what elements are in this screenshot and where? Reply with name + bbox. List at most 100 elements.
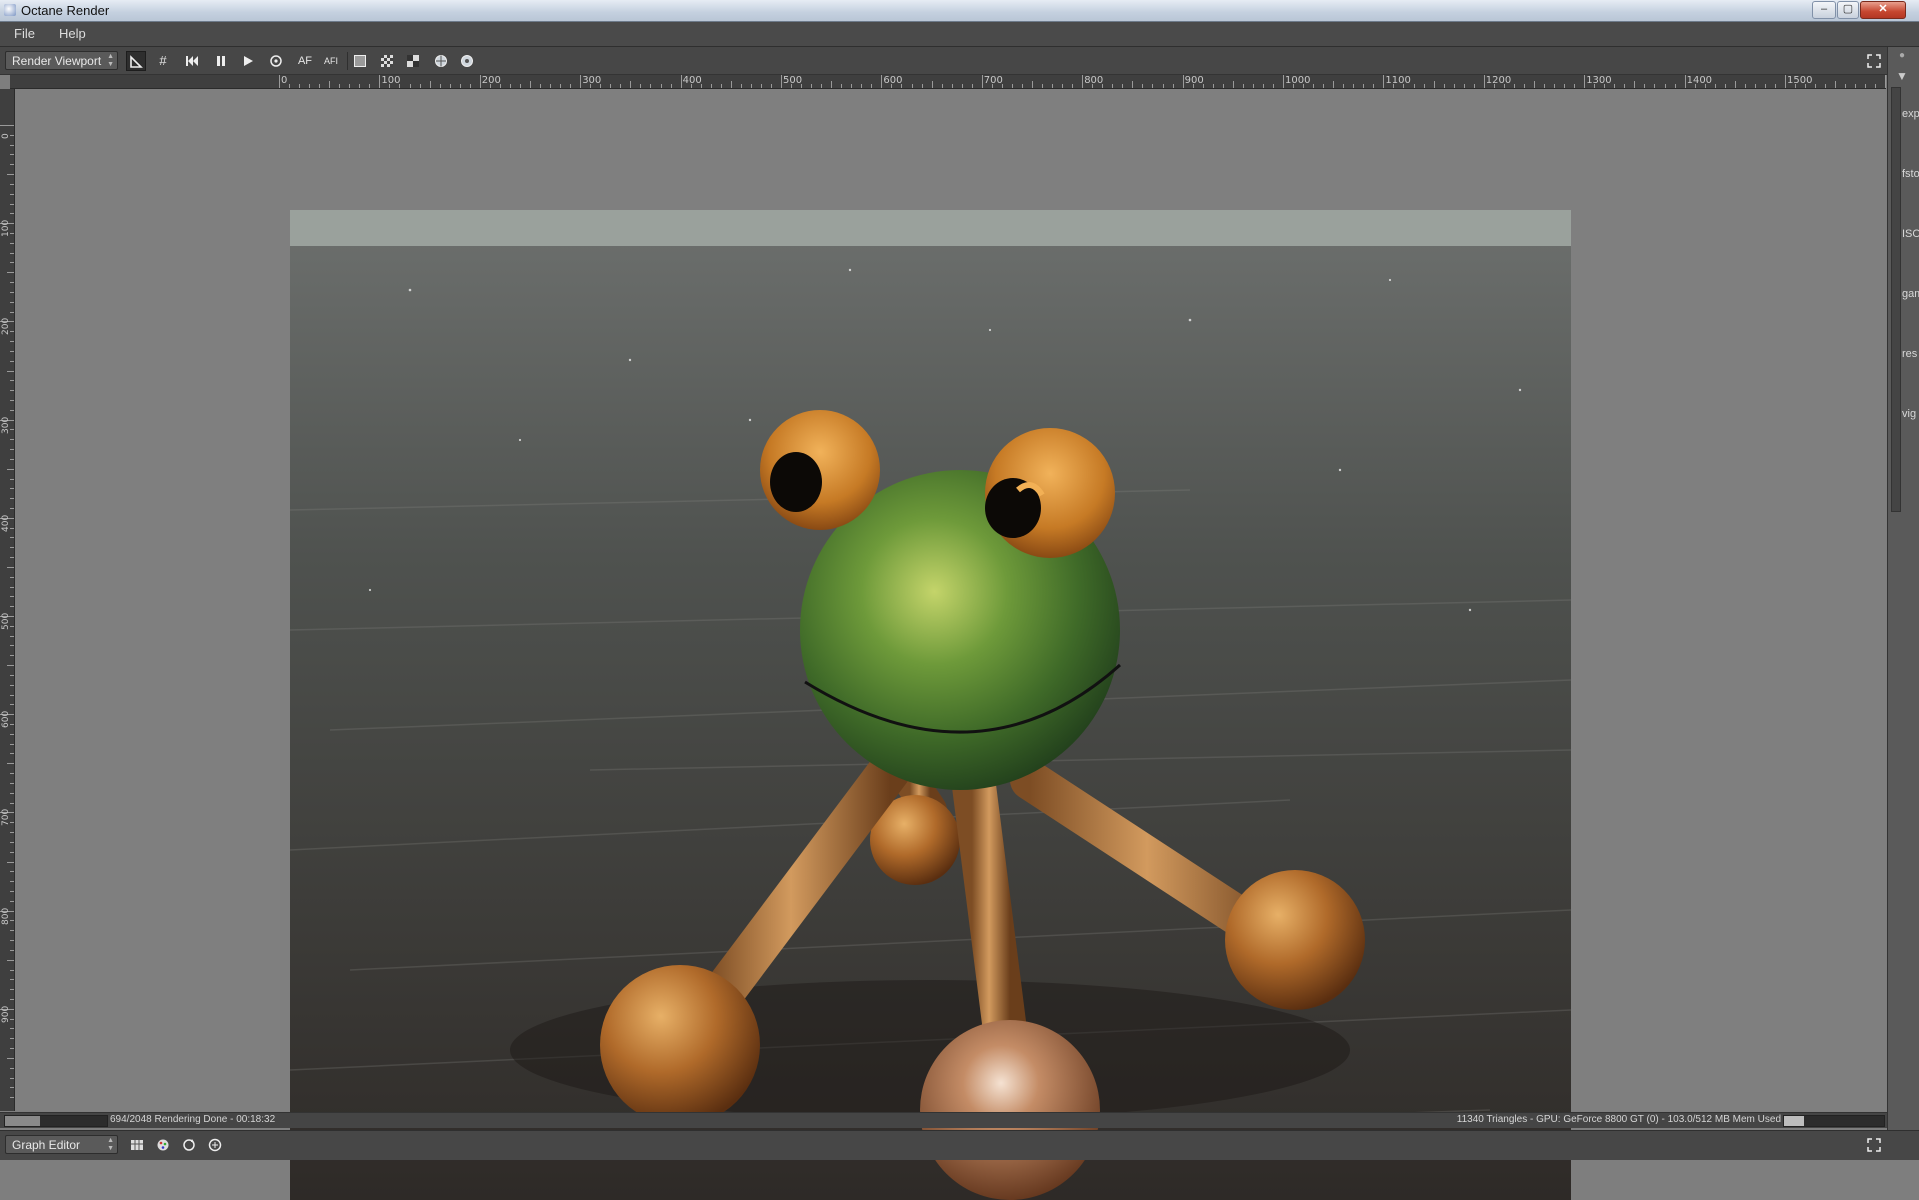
ruler-minor-tick [1674, 84, 1676, 88]
start-render-button[interactable] [238, 51, 258, 71]
fullscreen-button[interactable] [1864, 51, 1884, 71]
pause-render-button[interactable] [211, 51, 231, 71]
imager-param-label: vig [1902, 408, 1917, 420]
ruler-minor-tick [10, 645, 14, 647]
ruler-minor-tick [419, 84, 421, 88]
save-image-button[interactable] [431, 51, 451, 71]
rendered-frog-image [290, 210, 1571, 1200]
region-select-button[interactable] [126, 51, 146, 71]
ruler-label: 500 [1, 612, 11, 630]
ruler-minor-tick [1373, 84, 1375, 88]
minimize-button[interactable]: – [1812, 1, 1836, 19]
ruler-minor-tick [1805, 84, 1807, 88]
ruler-minor-tick [10, 733, 14, 735]
ruler-minor-tick [560, 84, 562, 88]
ruler-minor-tick [389, 84, 391, 88]
ruler-minor-tick [630, 81, 632, 88]
ruler-minor-tick [801, 84, 803, 88]
ruler-minor-tick [10, 409, 14, 411]
ruler-minor-tick [7, 861, 14, 863]
ruler-minor-tick [439, 84, 441, 88]
ruler-minor-tick [1052, 84, 1054, 88]
restart-render-button[interactable] [182, 51, 202, 71]
ruler-minor-tick [1353, 84, 1355, 88]
ruler-major-tick [1483, 75, 1485, 88]
panel-pin-icon[interactable]: ● [1899, 50, 1905, 61]
ruler-label: 1100 [1385, 75, 1411, 86]
close-button[interactable]: ✕ [1860, 1, 1906, 19]
ruler-minor-tick [760, 84, 762, 88]
autofocus-image-button[interactable]: AFI [321, 51, 341, 71]
ruler-label: 500 [783, 75, 803, 86]
ruler-label: 200 [1, 318, 11, 336]
ruler-minor-tick [1132, 81, 1134, 88]
ruler-minor-tick [509, 84, 511, 88]
ruler-minor-tick [1011, 84, 1013, 88]
ruler-minor-tick [409, 84, 411, 88]
render-image-frame[interactable] [290, 210, 1571, 1200]
ruler-minor-tick [740, 84, 742, 88]
render-viewport[interactable] [15, 89, 1886, 1200]
menu-help[interactable]: Help [59, 26, 86, 41]
ruler-minor-tick [811, 84, 813, 88]
editor-select[interactable]: Graph Editor ▲ ▼ [5, 1135, 118, 1154]
graph-refresh-button[interactable] [179, 1135, 199, 1155]
alpha-checker-button[interactable] [377, 51, 397, 71]
ruler-label: 300 [1, 416, 11, 434]
ruler-minor-tick [1162, 84, 1164, 88]
ruler-minor-tick [10, 478, 14, 480]
ruler-minor-tick [1072, 84, 1074, 88]
ruler-minor-tick [1313, 84, 1315, 88]
ruler-minor-tick [10, 429, 14, 431]
spin-arrows-icon: ▲ ▼ [107, 1137, 114, 1152]
grid-toggle-button[interactable]: # [153, 51, 173, 71]
ruler-minor-tick [10, 655, 14, 657]
expand-arrows-icon [1867, 1138, 1881, 1152]
ruler-minor-tick [10, 625, 14, 627]
ruler-label: 100 [381, 75, 401, 86]
maximize-button[interactable]: ▢ [1837, 1, 1859, 19]
imager-side-panel[interactable]: ● ▼ exp fsto ISO gam res vig [1887, 47, 1919, 1159]
ruler-minor-tick [299, 84, 301, 88]
graph-fullscreen-button[interactable] [1864, 1135, 1884, 1155]
graph-load-button[interactable] [127, 1135, 147, 1155]
refresh-render-button[interactable] [266, 51, 286, 71]
ruler-minor-tick [620, 84, 622, 88]
autofocus-button[interactable]: AF [295, 51, 315, 71]
settings-image-button[interactable] [457, 51, 477, 71]
panel-collapse-icon[interactable]: ▼ [1896, 69, 1908, 83]
ruler-minor-tick [911, 84, 913, 88]
panel-scrollbar[interactable] [1891, 87, 1901, 512]
ruler-minor-tick [10, 439, 14, 441]
ruler-minor-tick [891, 84, 893, 88]
ruler-minor-tick [670, 84, 672, 88]
ruler-minor-tick [961, 84, 963, 88]
ruler-minor-tick [10, 969, 14, 971]
imager-param-label: gam [1902, 288, 1919, 300]
channel-view-button[interactable] [403, 51, 423, 71]
display-mode-button[interactable] [350, 51, 370, 71]
ruler-label: 1300 [1586, 75, 1612, 86]
view-select[interactable]: Render Viewport ▲ ▼ [5, 51, 118, 70]
refresh-icon [270, 55, 282, 67]
menu-file[interactable]: File [14, 26, 35, 41]
ruler-minor-tick [1363, 84, 1365, 88]
ruler-minor-tick [1554, 84, 1556, 88]
refresh-icon [183, 1139, 195, 1151]
graph-material-button[interactable] [153, 1135, 173, 1155]
ruler-minor-tick [1042, 84, 1044, 88]
ruler-minor-tick [1333, 81, 1335, 88]
ruler-major-tick [881, 75, 883, 88]
ruler-minor-tick [1694, 84, 1696, 88]
ruler-minor-tick [349, 84, 351, 88]
ruler-minor-tick [1463, 84, 1465, 88]
ruler-minor-tick [1754, 84, 1756, 88]
ruler-minor-tick [1473, 84, 1475, 88]
ruler-minor-tick [991, 84, 993, 88]
ruler-minor-tick [1513, 84, 1515, 88]
ruler-minor-tick [7, 959, 14, 961]
graph-settings-button[interactable] [205, 1135, 225, 1155]
ruler-minor-tick [1534, 81, 1535, 88]
ruler-minor-tick [10, 1038, 14, 1040]
ruler-minor-tick [1152, 84, 1154, 88]
